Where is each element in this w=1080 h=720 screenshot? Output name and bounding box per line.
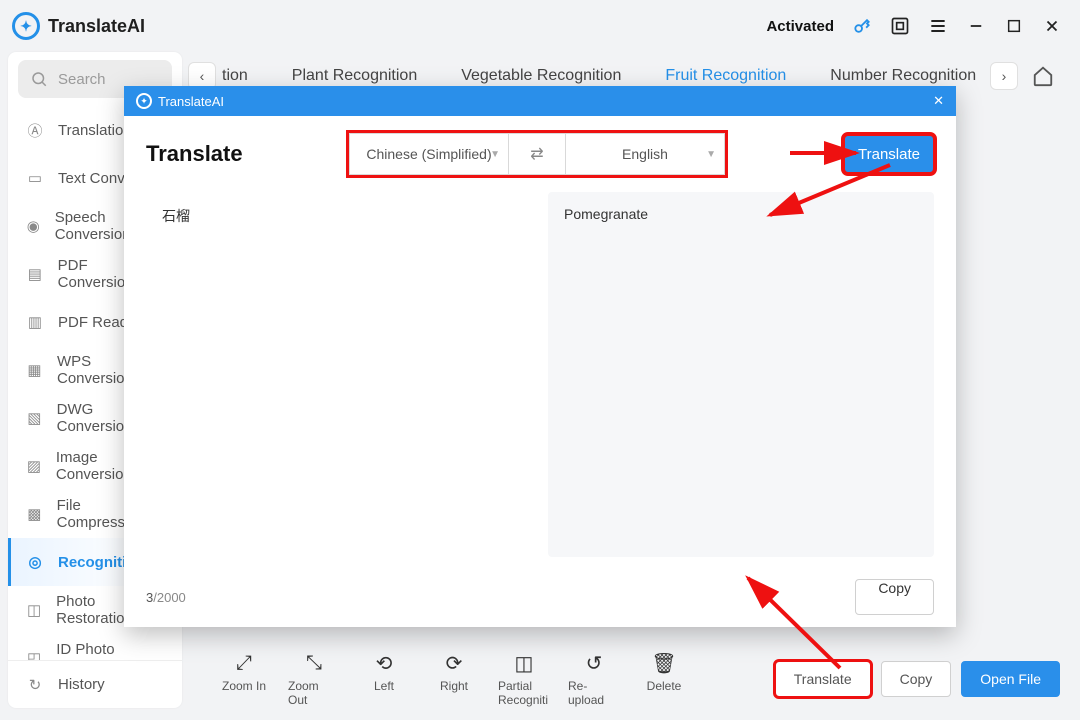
- button-label: Translate: [858, 146, 920, 163]
- button-label: Copy: [878, 580, 911, 596]
- rotate-left-icon: ⟲: [376, 651, 393, 675]
- tool-group: ⤢ Zoom In ⤡ Zoom Out ⟲ Left ⟳ Right ◫ Partial…: [218, 651, 690, 707]
- tool-zoom-in[interactable]: ⤢ Zoom In: [218, 651, 270, 707]
- translate-button-bottom[interactable]: Translate: [775, 661, 871, 697]
- delete-icon: 🗑: [651, 651, 676, 675]
- tool-right[interactable]: ⟳ Right: [428, 651, 480, 707]
- crop-icon: ◫: [515, 651, 534, 675]
- tabs-next-button[interactable]: ›: [990, 62, 1018, 90]
- output-text: Pomegranate: [564, 206, 648, 222]
- target-language-label: English: [622, 146, 668, 162]
- output-text-pane: Pomegranate: [548, 192, 934, 557]
- tab-label: Fruit Recognition: [665, 67, 786, 84]
- search-icon: [30, 70, 48, 88]
- target-language-select[interactable]: English ▼: [565, 133, 725, 175]
- button-label: Open File: [980, 671, 1041, 687]
- translate-modal: ✦ TranslateAI ✕ Translate Chinese (Simpl…: [124, 86, 956, 627]
- open-file-button[interactable]: Open File: [961, 661, 1060, 697]
- tool-label: Left: [374, 679, 394, 693]
- language-picker: Chinese (Simplified) ▼ ⇄ English ▼: [346, 130, 728, 178]
- pdf-icon: ▤: [24, 265, 46, 283]
- button-label: Copy: [900, 671, 933, 687]
- history-icon: ↻: [24, 676, 46, 694]
- modal-titlebar: ✦ TranslateAI ✕: [124, 86, 956, 116]
- tool-label: Delete: [647, 679, 682, 693]
- brand-logo-icon: ✦: [12, 12, 40, 40]
- recognition-icon: ◎: [24, 553, 46, 571]
- modal-heading: Translate: [146, 141, 326, 167]
- translate-icon: Ⓐ: [24, 120, 46, 141]
- char-max: 2000: [157, 590, 186, 605]
- image-icon: ▨: [24, 457, 44, 475]
- bottom-toolbar: ⤢ Zoom In ⤡ Zoom Out ⟲ Left ⟳ Right ◫ Partial…: [188, 646, 1060, 712]
- id-icon: ◰: [24, 649, 44, 660]
- sidebar-item-label: History: [58, 676, 105, 693]
- tool-label: Partial Recogniti: [498, 679, 550, 707]
- tab-label: Vegetable Recognition: [461, 67, 621, 84]
- char-count: 3/2000: [146, 590, 186, 605]
- translate-button-modal[interactable]: Translate: [844, 135, 934, 173]
- modal-body: 石榴 Pomegranate: [124, 192, 956, 567]
- activation-status: Activated: [766, 18, 834, 35]
- source-text: 石榴: [162, 208, 190, 224]
- modal-close-button[interactable]: ✕: [933, 93, 944, 109]
- modal-brand: ✦ TranslateAI: [136, 93, 224, 109]
- tab-label: Number Recognition: [830, 67, 976, 84]
- source-language-label: Chinese (Simplified): [366, 146, 491, 162]
- modal-app-name: TranslateAI: [158, 94, 224, 109]
- brand: ✦ TranslateAI: [12, 12, 145, 40]
- sidebar-item-history[interactable]: ↻ History: [8, 660, 182, 708]
- sidebar-item-label: Translation: [58, 122, 132, 139]
- brand-name: TranslateAI: [48, 16, 145, 37]
- tool-label: Right: [440, 679, 468, 693]
- tab-label: tion: [222, 67, 248, 84]
- maximize-button[interactable]: [998, 10, 1030, 42]
- sidebar-item-idphoto[interactable]: ◰ ID Photo Creation: [8, 634, 182, 660]
- tool-zoom-out[interactable]: ⤡ Zoom Out: [288, 651, 340, 707]
- search-placeholder: Search: [58, 71, 106, 88]
- screenshot-icon[interactable]: [884, 10, 916, 42]
- chevron-down-icon: ▼: [706, 149, 716, 160]
- swap-languages-button[interactable]: ⇄: [509, 133, 565, 175]
- tool-reupload[interactable]: ↺ Re-upload: [568, 651, 620, 707]
- tab-label: Plant Recognition: [292, 67, 417, 84]
- zoom-out-icon: ⤡: [306, 651, 322, 675]
- tool-label: Zoom In: [222, 679, 266, 693]
- modal-logo-icon: ✦: [136, 93, 152, 109]
- key-icon[interactable]: [846, 10, 878, 42]
- tool-left[interactable]: ⟲ Left: [358, 651, 410, 707]
- reader-icon: ▥: [24, 313, 46, 331]
- copy-button-modal[interactable]: Copy: [855, 579, 934, 615]
- source-text-pane[interactable]: 石榴: [146, 192, 532, 557]
- button-label: Translate: [794, 671, 852, 687]
- photo-icon: ◫: [24, 601, 44, 619]
- tool-partial[interactable]: ◫ Partial Recogniti: [498, 651, 550, 707]
- wps-icon: ▦: [24, 361, 45, 379]
- zoom-in-icon: ⤢: [236, 651, 252, 675]
- modal-header: Translate Chinese (Simplified) ▼ ⇄ Engli…: [124, 116, 956, 192]
- home-button[interactable]: [1026, 59, 1060, 93]
- chevron-down-icon: ▼: [490, 149, 500, 160]
- text-icon: ▭: [24, 169, 46, 187]
- dwg-icon: ▧: [24, 409, 45, 427]
- sidebar-item-label: ID Photo Creation: [56, 641, 166, 660]
- tool-label: Zoom Out: [288, 679, 340, 707]
- copy-button-bottom[interactable]: Copy: [881, 661, 952, 697]
- titlebar: ✦ TranslateAI Activated: [0, 0, 1080, 52]
- close-button[interactable]: [1036, 10, 1068, 42]
- compress-icon: ▩: [24, 505, 45, 523]
- menu-icon[interactable]: [922, 10, 954, 42]
- rotate-right-icon: ⟳: [446, 651, 463, 675]
- source-language-select[interactable]: Chinese (Simplified) ▼: [349, 133, 509, 175]
- tool-label: Re-upload: [568, 679, 620, 707]
- reupload-icon: ↺: [586, 651, 603, 675]
- speech-icon: ◉: [24, 217, 43, 235]
- minimize-button[interactable]: [960, 10, 992, 42]
- modal-footer: 3/2000 Copy: [124, 567, 956, 627]
- tool-delete[interactable]: 🗑 Delete: [638, 651, 690, 707]
